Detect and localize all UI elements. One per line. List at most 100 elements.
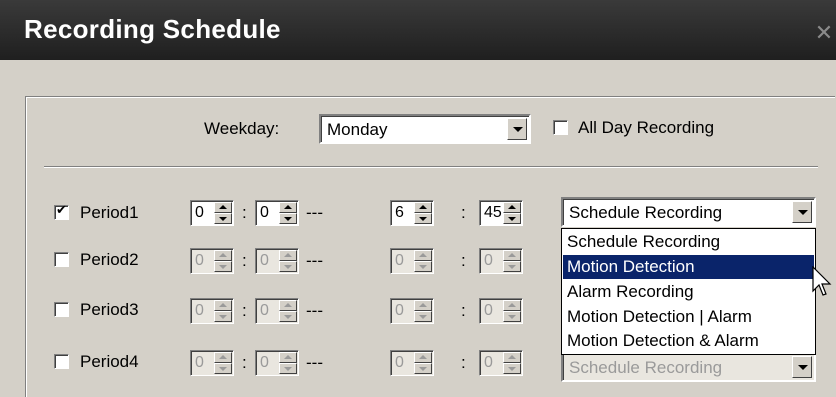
spin-value: 0: [195, 252, 204, 269]
chevron-down-icon[interactable]: [792, 356, 812, 378]
spin-down-icon[interactable]: [279, 261, 297, 272]
spin-up-icon[interactable]: [214, 202, 232, 213]
period2-end-hour[interactable]: 0: [390, 248, 434, 274]
spin-down-icon[interactable]: [279, 213, 297, 224]
spin-up-icon[interactable]: [214, 352, 232, 363]
spin-up-icon[interactable]: [503, 300, 521, 311]
colon-separator: :: [242, 353, 247, 372]
close-icon[interactable]: ✕: [812, 20, 836, 48]
dropdown-option-alarm-recording[interactable]: Alarm Recording: [563, 280, 814, 304]
period1-end-minute[interactable]: 45: [479, 200, 523, 226]
dropdown-option-motion-or-alarm[interactable]: Motion Detection | Alarm: [563, 305, 814, 329]
spin-down-icon[interactable]: [214, 311, 232, 322]
colon-separator: :: [461, 353, 466, 372]
spin-up-icon[interactable]: [279, 352, 297, 363]
period1-end-hour[interactable]: 6: [390, 200, 434, 226]
spin-value: 0: [260, 354, 269, 371]
period1-label: Period1: [80, 203, 139, 222]
spin-up-icon[interactable]: [414, 202, 432, 213]
period4-checkbox[interactable]: [54, 354, 69, 369]
period1-mode-select[interactable]: Schedule Recording: [561, 197, 816, 227]
title-bar: Recording Schedule ✕: [0, 0, 836, 60]
dash-separator: ---: [306, 301, 323, 320]
spin-value: 0: [395, 302, 404, 319]
period4-end-hour[interactable]: 0: [390, 350, 434, 376]
period3-start-hour[interactable]: 0: [190, 298, 234, 324]
spin-down-icon[interactable]: [503, 261, 521, 272]
spin-down-icon[interactable]: [279, 363, 297, 374]
period1-start-minute[interactable]: 0: [255, 200, 299, 226]
period3-checkbox[interactable]: [54, 302, 69, 317]
spin-value: 0: [195, 204, 204, 221]
spin-up-icon[interactable]: [414, 300, 432, 311]
period4-label: Period4: [80, 352, 139, 371]
spin-down-icon[interactable]: [414, 311, 432, 322]
spin-value: 0: [395, 252, 404, 269]
spin-value: 45: [484, 204, 502, 221]
spin-value: 0: [395, 354, 404, 371]
spin-down-icon[interactable]: [414, 363, 432, 374]
spin-down-icon[interactable]: [503, 311, 521, 322]
period3-end-minute[interactable]: 0: [479, 298, 523, 324]
period4-end-minute[interactable]: 0: [479, 350, 523, 376]
dash-separator: ---: [306, 203, 323, 222]
spin-down-icon[interactable]: [414, 213, 432, 224]
spin-up-icon[interactable]: [279, 202, 297, 213]
divider: [44, 166, 818, 168]
period3-end-hour[interactable]: 0: [390, 298, 434, 324]
period2-label: Period2: [80, 250, 139, 269]
spin-value: 0: [260, 252, 269, 269]
period4-mode-select[interactable]: Schedule Recording: [561, 352, 816, 382]
period2-start-minute[interactable]: 0: [255, 248, 299, 274]
spin-value: 0: [195, 354, 204, 371]
spin-value: 0: [195, 302, 204, 319]
period2-checkbox[interactable]: [54, 252, 69, 267]
spin-up-icon[interactable]: [214, 250, 232, 261]
period2-start-hour[interactable]: 0: [190, 248, 234, 274]
weekday-select[interactable]: Monday: [319, 114, 531, 144]
spin-value: 0: [260, 302, 269, 319]
weekday-label: Weekday:: [204, 119, 280, 138]
period3-start-minute[interactable]: 0: [255, 298, 299, 324]
spin-down-icon[interactable]: [503, 213, 521, 224]
spin-up-icon[interactable]: [414, 352, 432, 363]
dash-separator: ---: [306, 251, 323, 270]
mode-dropdown-list: Schedule Recording Motion Detection Alar…: [561, 228, 816, 355]
spin-value: 0: [260, 204, 269, 221]
spin-up-icon[interactable]: [503, 202, 521, 213]
chevron-down-icon[interactable]: [507, 118, 527, 140]
dropdown-option-schedule-recording[interactable]: Schedule Recording: [563, 230, 814, 254]
spin-down-icon[interactable]: [414, 261, 432, 272]
spin-up-icon[interactable]: [279, 250, 297, 261]
colon-separator: :: [242, 251, 247, 270]
spin-down-icon[interactable]: [214, 363, 232, 374]
spin-up-icon[interactable]: [279, 300, 297, 311]
spin-value: 6: [395, 204, 404, 221]
period4-start-hour[interactable]: 0: [190, 350, 234, 376]
chevron-down-icon[interactable]: [792, 201, 812, 223]
spin-down-icon[interactable]: [279, 311, 297, 322]
all-day-label: All Day Recording: [578, 118, 715, 137]
spin-down-icon[interactable]: [503, 363, 521, 374]
dropdown-option-motion-detection[interactable]: Motion Detection: [563, 255, 814, 279]
spin-up-icon[interactable]: [214, 300, 232, 311]
period3-label: Period3: [80, 300, 139, 319]
period4-start-minute[interactable]: 0: [255, 350, 299, 376]
check-icon: ✔: [56, 203, 67, 218]
window-title: Recording Schedule: [24, 14, 281, 44]
spin-up-icon[interactable]: [503, 250, 521, 261]
period1-start-hour[interactable]: 0: [190, 200, 234, 226]
spin-down-icon[interactable]: [214, 213, 232, 224]
dropdown-option-motion-and-alarm[interactable]: Motion Detection & Alarm: [563, 329, 814, 353]
spin-down-icon[interactable]: [214, 261, 232, 272]
arrow-cursor-icon: [812, 266, 832, 296]
spin-value: 0: [484, 252, 493, 269]
colon-separator: :: [242, 301, 247, 320]
period2-end-minute[interactable]: 0: [479, 248, 523, 274]
spin-up-icon[interactable]: [414, 250, 432, 261]
weekday-value: Monday: [327, 120, 388, 139]
spin-up-icon[interactable]: [503, 352, 521, 363]
all-day-checkbox[interactable]: [553, 120, 568, 135]
period1-checkbox[interactable]: ✔: [54, 203, 69, 220]
colon-separator: :: [461, 251, 466, 270]
